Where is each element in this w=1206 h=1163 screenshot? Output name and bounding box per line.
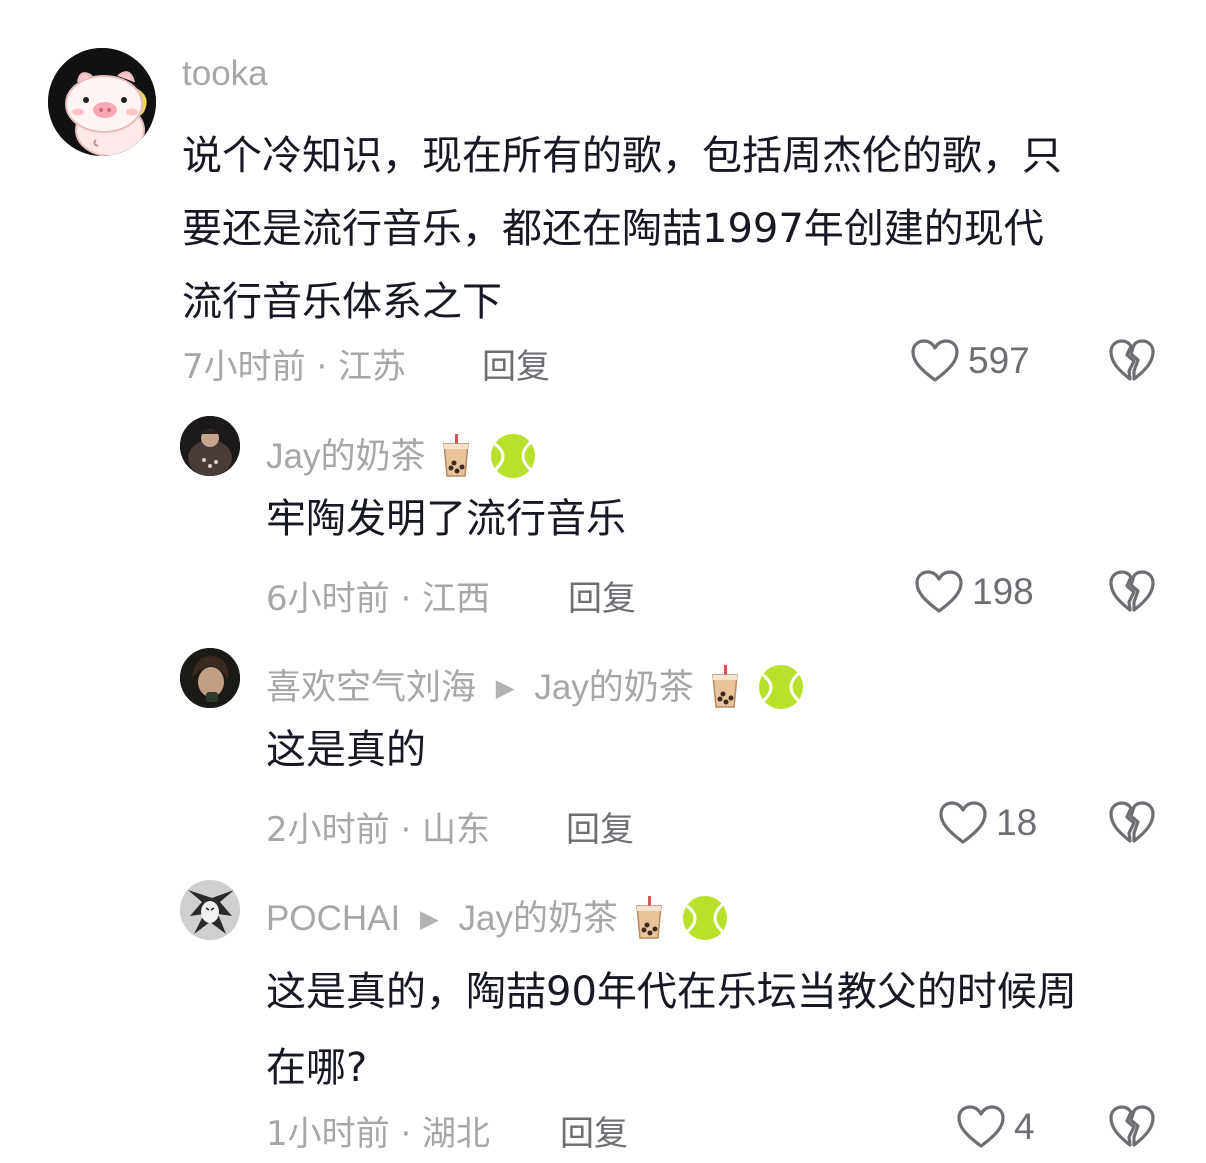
reply-text-line: 这是真的 [266, 727, 426, 773]
reply-item: 喜欢空气刘海 ▶ Jay的奶茶 这是真的 2小时前 · 山东 回复 18 [0, 630, 1206, 850]
reply-username[interactable]: Jay的奶茶 [266, 428, 537, 483]
comment-text-line: 流行音乐体系之下 [182, 279, 502, 325]
broken-heart-icon [1109, 801, 1155, 843]
reply-arrow-icon: ▶ [419, 906, 439, 933]
reply-button[interactable]: 回复 [568, 571, 636, 620]
comment-thread: tooka 说个冷知识，现在所有的歌，包括周杰伦的歌，只 要还是流行音乐，都还在… [0, 0, 1206, 1163]
heart-outline-icon [957, 1105, 1005, 1148]
tennis-ball-icon [757, 663, 805, 711]
reply-to-username[interactable]: Jay的奶茶 [534, 668, 693, 707]
user-avatar[interactable] [180, 416, 240, 476]
reply-time-location: 6小时前 · 江西 [266, 579, 491, 619]
broken-heart-icon [1109, 339, 1155, 381]
dislike-button[interactable] [1108, 1103, 1156, 1149]
comment-time-location: 7小时前 · 江苏 [182, 347, 407, 387]
comment-text: 说个冷知识，现在所有的歌，包括周杰伦的歌，只 要还是流行音乐，都还在陶喆1997… [182, 120, 1062, 339]
comment-text-line: 要还是流行音乐，都还在陶喆1997年创建的现代 [182, 206, 1044, 252]
dislike-button[interactable] [1108, 799, 1156, 845]
reply-to-username[interactable]: Jay的奶茶 [459, 899, 618, 938]
user-avatar[interactable] [180, 880, 240, 940]
reply-item: Jay的奶茶 牢陶发明了流行音乐 6小时前 · 江西 回复 198 [0, 400, 1206, 620]
comment-username[interactable]: tooka [182, 54, 268, 94]
like-count: 4 [1014, 1106, 1035, 1147]
username-text: POCHAI [266, 899, 401, 938]
like-count: 198 [972, 571, 1034, 612]
reply-arrow-icon: ▶ [495, 675, 515, 702]
reply-button[interactable]: 回复 [560, 1106, 628, 1155]
bubble-tea-icon [441, 433, 471, 478]
like-count: 18 [996, 802, 1038, 843]
tennis-ball-icon [681, 894, 729, 942]
like-button[interactable]: 4 [956, 1101, 1035, 1153]
reply-text: 这是真的 [266, 726, 426, 774]
username-text: Jay的奶茶 [266, 437, 426, 476]
comment-item: tooka 说个冷知识，现在所有的歌，包括周杰伦的歌，只 要还是流行音乐，都还在… [0, 0, 1206, 390]
bubble-tea-icon [710, 664, 740, 709]
comment-text-line: 说个冷知识，现在所有的歌，包括周杰伦的歌，只 [182, 133, 1062, 179]
reply-time-location: 2小时前 · 山东 [266, 810, 491, 850]
reply-text: 这是真的，陶喆90年代在乐坛当教父的时候周 在哪? [266, 954, 1077, 1106]
broken-heart-icon [1109, 570, 1155, 612]
reply-button[interactable]: 回复 [482, 339, 550, 388]
like-button[interactable]: 597 [910, 335, 1030, 387]
reply-time-location: 1小时前 · 湖北 [266, 1114, 491, 1154]
broken-heart-icon [1109, 1105, 1155, 1147]
reply-username[interactable]: POCHAI ▶ Jay的奶茶 [266, 890, 729, 945]
username-text: 喜欢空气刘海 [266, 668, 477, 707]
pig-avatar-icon[interactable] [48, 48, 156, 156]
reply-text-line: 在哪? [266, 1045, 368, 1091]
reply-username[interactable]: 喜欢空气刘海 ▶ Jay的奶茶 [266, 659, 805, 714]
reply-item: POCHAI ▶ Jay的奶茶 这是真的，陶喆90年代在乐坛当教父的时候周 在哪… [0, 860, 1206, 1163]
heart-outline-icon [915, 570, 963, 613]
like-button[interactable]: 198 [914, 566, 1034, 618]
user-avatar[interactable] [180, 648, 240, 708]
bubble-tea-icon [634, 895, 664, 940]
dislike-button[interactable] [1108, 568, 1156, 614]
reply-text: 牢陶发明了流行音乐 [266, 495, 626, 543]
reply-text-line: 牢陶发明了流行音乐 [266, 496, 626, 542]
reply-button[interactable]: 回复 [566, 802, 634, 851]
like-count: 597 [968, 340, 1030, 381]
heart-outline-icon [939, 801, 987, 844]
tennis-ball-icon [489, 432, 537, 480]
dislike-button[interactable] [1108, 337, 1156, 383]
heart-outline-icon [911, 339, 959, 382]
reply-text-line: 这是真的，陶喆90年代在乐坛当教父的时候周 [266, 969, 1077, 1015]
like-button[interactable]: 18 [938, 797, 1037, 849]
